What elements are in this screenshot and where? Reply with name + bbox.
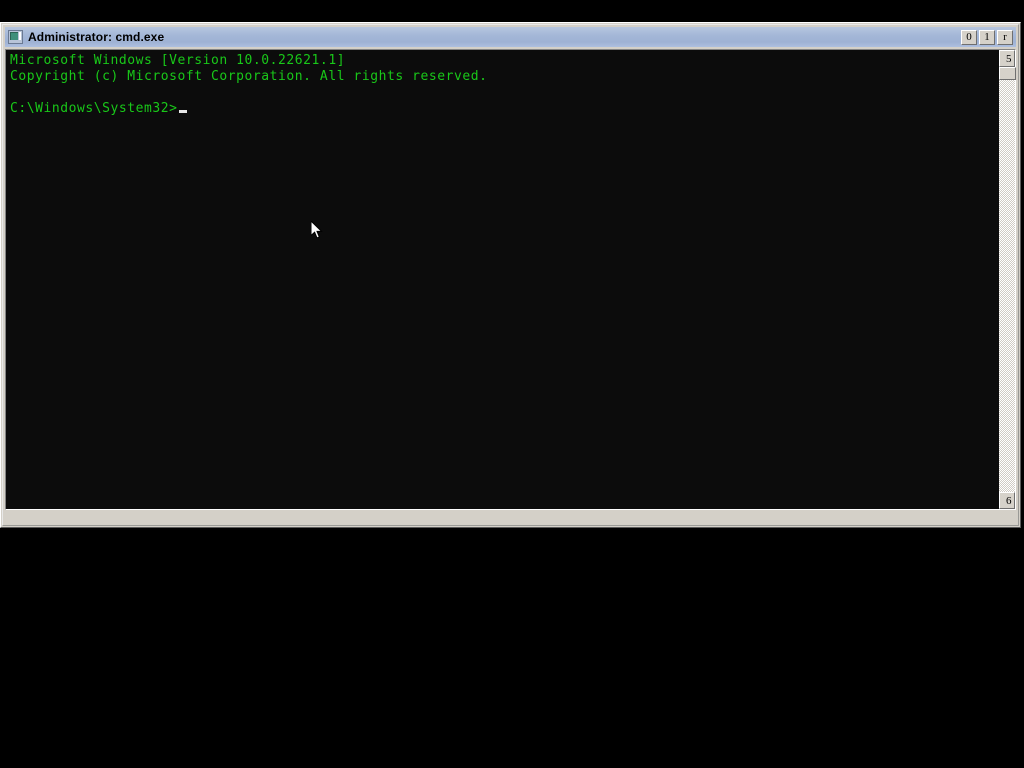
window-controls: 0 1 r (961, 29, 1013, 45)
text-cursor (178, 110, 187, 113)
console-line-version: Microsoft Windows [Version 10.0.22621.1] (10, 53, 346, 68)
prompt-string: C:\Windows\System32> (10, 101, 178, 116)
title-bar[interactable]: Administrator: cmd.exe 0 1 r (5, 27, 1016, 47)
cmd-window-inner-frame: Administrator: cmd.exe 0 1 r Microsoft W… (2, 24, 1019, 526)
scroll-down-button[interactable]: 6 (999, 492, 1015, 509)
cmd-console-icon-screen (10, 32, 18, 40)
close-button[interactable]: r (997, 29, 1013, 45)
console-line-copyright: Copyright (c) Microsoft Corporation. All… (10, 69, 488, 84)
console-prompt-line[interactable]: C:\Windows\System32> (10, 101, 998, 117)
cmd-console-icon-highlight (19, 32, 21, 40)
scroll-up-button[interactable]: 5 (999, 50, 1015, 67)
console-client-area: Microsoft Windows [Version 10.0.22621.1]… (5, 49, 1016, 510)
desktop-background: Administrator: cmd.exe 0 1 r Microsoft W… (0, 0, 1024, 768)
cmd-console-icon[interactable] (8, 29, 24, 45)
vertical-scrollbar[interactable]: 5 6 (998, 50, 1016, 509)
scrollbar-track[interactable] (999, 67, 1016, 492)
maximize-button[interactable]: 1 (979, 29, 995, 45)
console-output[interactable]: Microsoft Windows [Version 10.0.22621.1]… (6, 50, 998, 509)
cmd-window: Administrator: cmd.exe 0 1 r Microsoft W… (0, 22, 1021, 528)
window-title: Administrator: cmd.exe (28, 30, 165, 44)
minimize-button[interactable]: 0 (961, 29, 977, 45)
scrollbar-thumb[interactable] (999, 67, 1016, 80)
